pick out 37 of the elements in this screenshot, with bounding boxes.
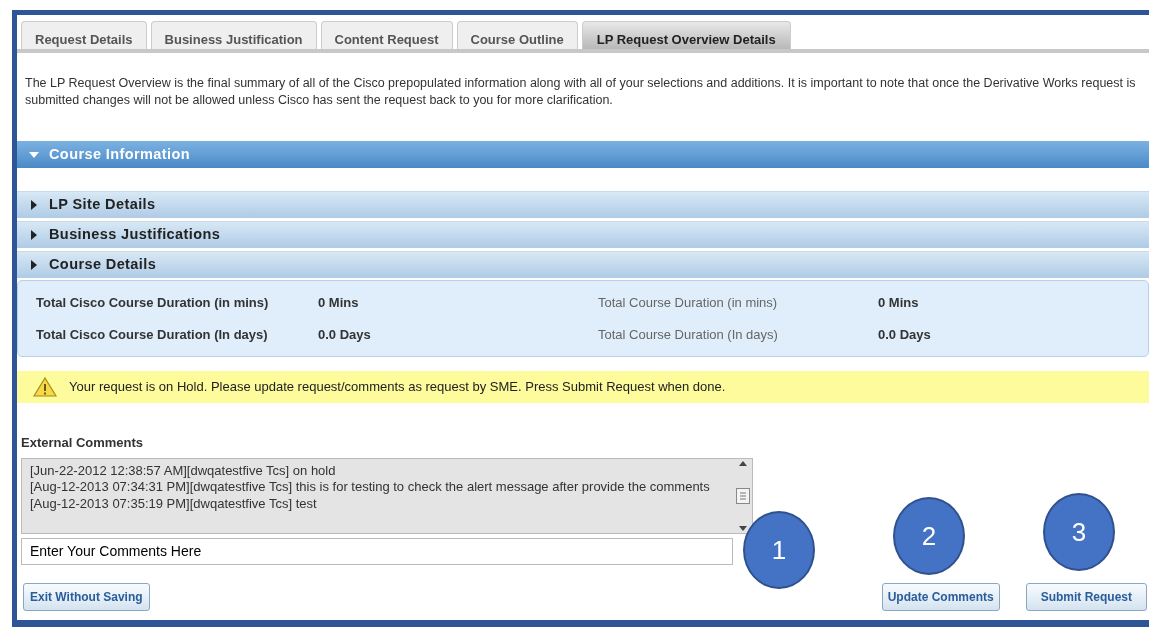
comment-entry: [Aug-12-2013 07:34:31 PM][dwqatestfive Tcs] this is for testing to check the alert message after provide the comments [30,479,711,496]
caret-right-icon [29,230,39,240]
comment-input[interactable]: Enter Your Comments Here [21,537,733,565]
comment-entry: [Jun-22-2012 12:38:57 AM][dwqatestfive Tcs] on hold [30,462,337,479]
tab[interactable]: LP Request Overview Details [581,21,791,49]
field-label: Total Course Duration (In days) [598,325,779,344]
tab[interactable]: Request Details [21,21,147,49]
exit-button[interactable]: Exit Without Saving [23,582,150,611]
comment-entry: [Aug-12-2013 07:35:19 PM][dwqatestfive Tcs] test [30,495,318,512]
section-header[interactable]: LP Site Details [17,191,1149,218]
submit-button[interactable]: Submit Request [1025,582,1147,611]
field-value: 0.0 Days [878,325,932,344]
scroll-up-icon[interactable] [739,460,747,466]
tab[interactable]: Business Justification [150,21,317,49]
scrollbar-thumb[interactable] [736,487,750,504]
update-comments-button[interactable]: Update Comments [881,582,1000,611]
intro-text: The LP Request Overview is the final summary of all of the Cisco prepopulated information along with all of your selections and additions. It is important to note that once the Derivative Works request is submitted changes will not be allowed unless Cisco has sent the request back to you for more clarification. [24,75,1137,109]
caret-down-icon [29,149,39,160]
comments-label: External Comments [21,434,145,452]
field-label: Total Cisco Course Duration (in mins) [36,294,270,312]
tab[interactable]: Content Request [320,21,453,49]
warning-icon [33,377,57,397]
callout-marker: 1 [743,511,815,589]
scroll-down-icon[interactable] [739,525,747,531]
callout-marker: 3 [1043,493,1115,571]
field-label: Total Cisco Course Duration (In days) [36,325,269,344]
field-value: 0 Mins [318,294,360,312]
field-value: 0.0 Days [318,325,372,344]
section-header[interactable]: Course Details [17,251,1149,278]
alert-text: Your request is on Hold. Please update request/comments as request by SME. Press Submit Request when done. [69,378,726,397]
field-label: Total Course Duration (in mins) [598,294,779,312]
tab[interactable]: Course Outline [456,21,578,49]
callout-marker: 2 [893,497,965,575]
caret-right-icon [29,200,39,210]
caret-right-icon [29,260,39,270]
field-value: 0 Mins [878,294,920,312]
section-header[interactable]: Business Justifications [17,221,1149,248]
